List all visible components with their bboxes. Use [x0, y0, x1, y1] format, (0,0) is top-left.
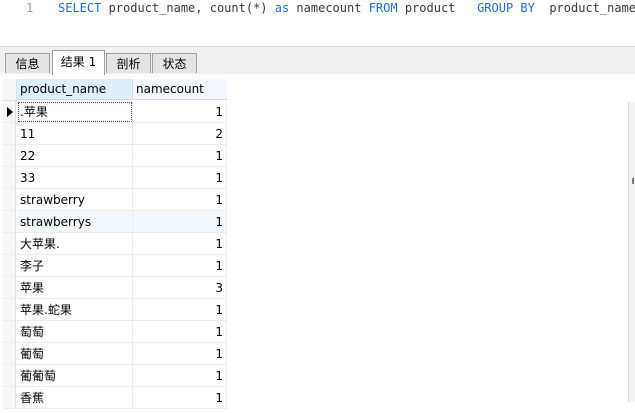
table-row[interactable]: 李子 1 [3, 255, 227, 277]
cell-namecount[interactable]: 1 [133, 387, 227, 409]
cell-product-name[interactable]: strawberrys [17, 211, 133, 233]
cell-namecount[interactable]: 1 [133, 189, 227, 211]
sql-keyword: as [274, 1, 290, 15]
cell-namecount[interactable]: 1 [133, 299, 227, 321]
result-grid-area: product_name namecount .苹果 1 11 2 22 1 33 1 stra… [0, 74, 635, 413]
column-header-namecount[interactable]: namecount [133, 79, 227, 100]
table-row[interactable]: 苹果.蛇果 1 [3, 299, 227, 321]
sql-code-line[interactable]: SELECT product_name, count(*) as namecou… [58, 0, 635, 16]
cell-product-name[interactable]: 葡萄 [17, 343, 133, 365]
cell-namecount[interactable]: 1 [133, 145, 227, 167]
table-row[interactable]: 苹果 3 [3, 277, 227, 299]
table-row[interactable]: 萄萄 1 [3, 321, 227, 343]
cell-namecount[interactable]: 2 [133, 123, 227, 145]
sql-text: product [397, 1, 478, 15]
row-selector[interactable] [3, 123, 16, 145]
row-selector[interactable] [3, 277, 16, 299]
editor-gutter: 1 [0, 0, 44, 46]
grid-body: .苹果 1 11 2 22 1 33 1 strawberry 1 strawberrys 1 大苹果.… [3, 101, 227, 409]
cell-namecount[interactable]: 1 [133, 101, 227, 123]
sql-text: product_name [534, 1, 635, 15]
current-row-arrow-icon [7, 107, 13, 117]
table-row[interactable]: 22 1 [3, 145, 227, 167]
cell-namecount[interactable]: 1 [133, 233, 227, 255]
cell-product-name[interactable]: 33 [17, 167, 133, 189]
column-header-product-name[interactable]: product_name [17, 79, 133, 100]
cell-product-name[interactable]: 萄萄 [17, 321, 133, 343]
header-corner[interactable] [3, 79, 17, 101]
sql-keyword: FROM [368, 1, 398, 15]
row-selector[interactable] [3, 255, 16, 277]
cell-product-name[interactable]: 苹果.蛇果 [17, 299, 133, 321]
row-selector[interactable] [3, 299, 16, 321]
row-selector[interactable] [3, 365, 16, 387]
sql-keyword: GROUP BY [477, 1, 535, 15]
row-selector[interactable] [3, 211, 16, 233]
vertical-scrollbar[interactable] [628, 102, 635, 402]
table-row[interactable]: strawberry 1 [3, 189, 227, 211]
tab-info[interactable]: 信息 [5, 53, 50, 73]
cell-product-name[interactable]: 22 [17, 145, 133, 167]
tab-result-1[interactable]: 结果 1 [52, 50, 105, 75]
cell-namecount[interactable]: 1 [133, 255, 227, 277]
grid-header-row: product_name namecount [3, 79, 227, 101]
cell-product-name[interactable]: 大苹果. [17, 233, 133, 255]
cell-namecount[interactable]: 1 [133, 211, 227, 233]
line-number: 1 [26, 1, 34, 15]
row-selector[interactable] [3, 189, 16, 211]
table-row[interactable]: 香蕉 1 [3, 387, 227, 409]
table-row[interactable]: 葡葡萄 1 [3, 365, 227, 387]
row-selector[interactable] [3, 233, 16, 255]
sql-text: product_name, count(*) [101, 1, 275, 15]
cell-product-name[interactable]: 葡葡萄 [17, 365, 133, 387]
cell-product-name[interactable]: 李子 [17, 255, 133, 277]
row-selector[interactable] [3, 387, 16, 409]
row-selector[interactable] [3, 343, 16, 365]
cell-product-name[interactable]: 苹果 [17, 277, 133, 299]
cell-product-name[interactable]: 11 [17, 123, 133, 145]
table-row[interactable]: .苹果 1 [3, 101, 227, 123]
table-row[interactable]: 葡萄 1 [3, 343, 227, 365]
row-selector[interactable] [3, 167, 16, 189]
cell-product-name[interactable]: .苹果 [17, 101, 133, 123]
cell-namecount[interactable]: 1 [133, 365, 227, 387]
cell-namecount[interactable]: 1 [133, 343, 227, 365]
result-tab-strip: 信息 结果 1 剖析 状态 [0, 46, 635, 75]
table-row[interactable]: 33 1 [3, 167, 227, 189]
cell-product-name[interactable]: 香蕉 [17, 387, 133, 409]
cell-product-name[interactable]: strawberry [17, 189, 133, 211]
sql-keyword: SELECT [58, 1, 102, 15]
table-row[interactable]: strawberrys 1 [3, 211, 227, 233]
table-row[interactable]: 大苹果. 1 [3, 233, 227, 255]
row-selector[interactable] [3, 321, 16, 343]
sql-text: namecount [289, 1, 369, 15]
row-selector[interactable] [3, 145, 16, 167]
cell-namecount[interactable]: 1 [133, 167, 227, 189]
table-row[interactable]: 11 2 [3, 123, 227, 145]
tab-profile[interactable]: 剖析 [106, 53, 151, 73]
scrollbar-thumb[interactable] [632, 178, 634, 184]
row-selector[interactable] [3, 101, 16, 123]
cell-namecount[interactable]: 3 [133, 277, 227, 299]
sql-editor[interactable]: 1 SELECT product_name, count(*) as namec… [0, 0, 635, 46]
cell-namecount[interactable]: 1 [133, 321, 227, 343]
sql-query-window: 1 SELECT product_name, count(*) as namec… [0, 0, 635, 413]
result-grid: product_name namecount .苹果 1 11 2 22 1 33 1 stra… [3, 79, 227, 409]
tab-status[interactable]: 状态 [152, 53, 197, 73]
